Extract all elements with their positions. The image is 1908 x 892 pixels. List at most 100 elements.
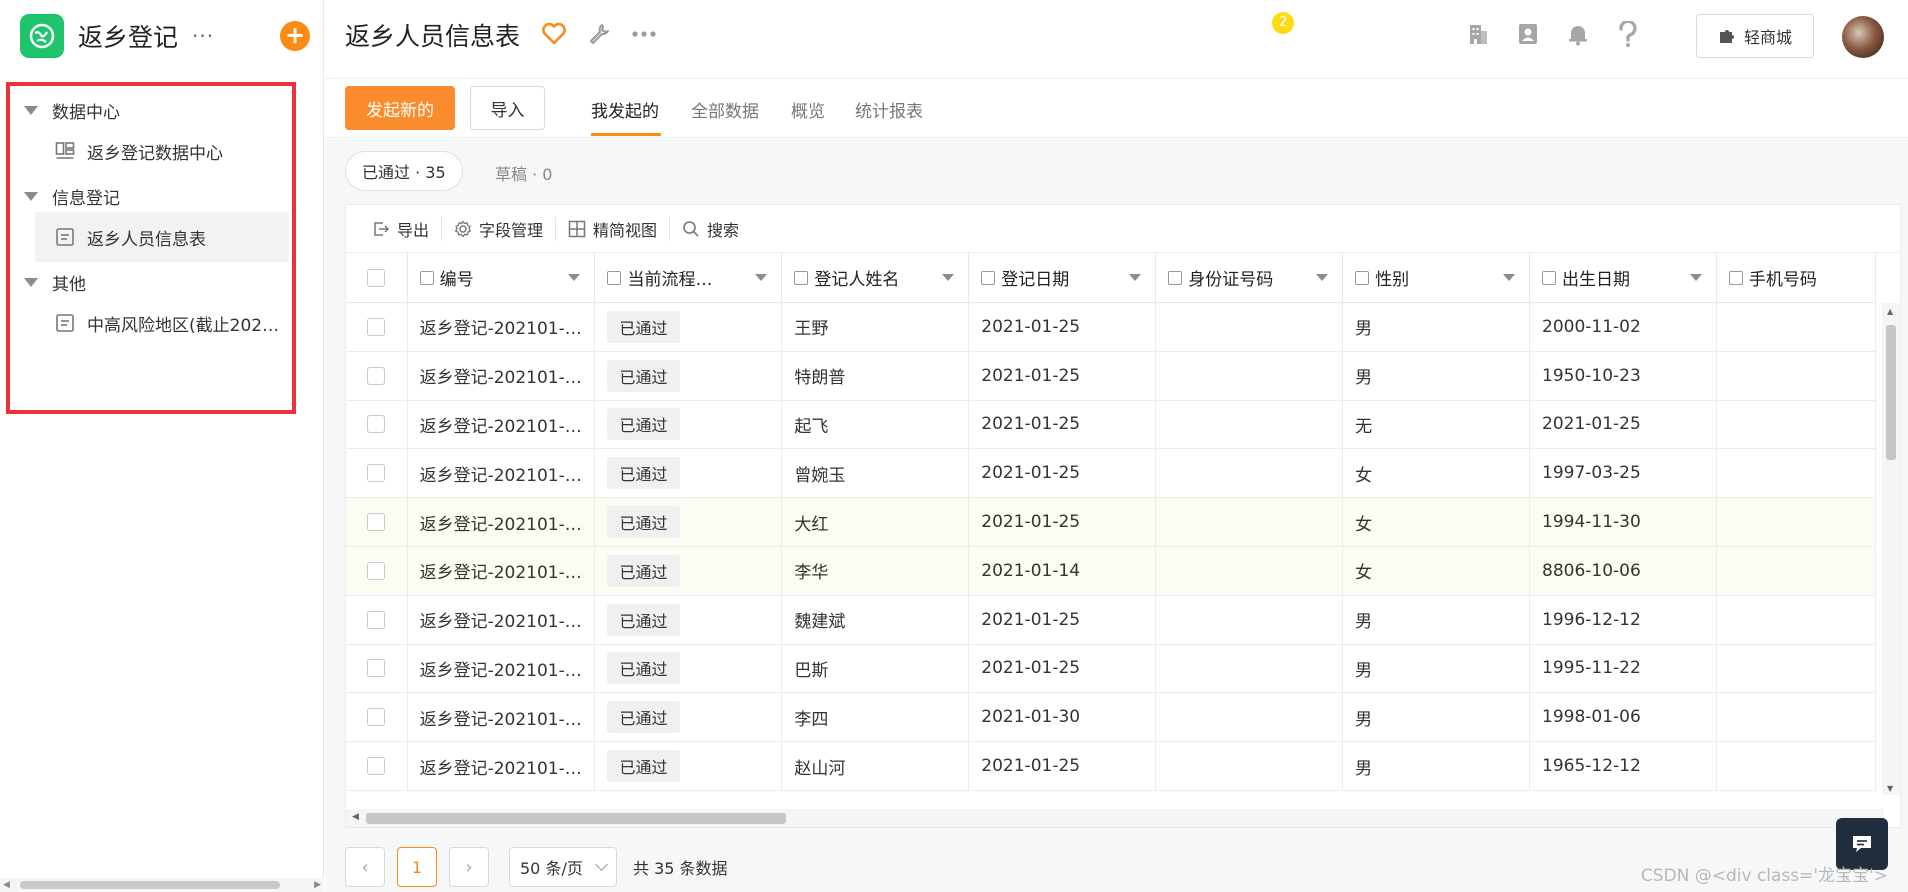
add-icon[interactable]: +	[280, 21, 310, 51]
caret-down-icon[interactable]	[1503, 274, 1516, 281]
more-icon[interactable]	[630, 20, 658, 48]
chevron-down-icon	[595, 858, 608, 871]
scroll-thumb[interactable]	[20, 881, 280, 889]
contacts-icon[interactable]	[1514, 20, 1542, 48]
sidebar-scrollbar[interactable]: ◀ ▶	[0, 878, 324, 892]
app-more-icon[interactable]: ···	[192, 24, 214, 48]
scroll-right-icon[interactable]: ▶	[314, 880, 321, 890]
cell-id: 返乡登记-202101-…	[408, 449, 596, 498]
col-idcard[interactable]: 身份证号码	[1156, 253, 1344, 302]
cell-phone	[1717, 303, 1877, 351]
mall-button[interactable]: 轻商城	[1696, 14, 1814, 58]
caret-down-icon[interactable]	[1316, 274, 1329, 281]
group-data-center[interactable]: 数据中心	[24, 98, 120, 123]
table-row[interactable]: 返乡登记-202101-… 已通过 大红 2021-01-25 女 1994-11-30	[346, 498, 1877, 547]
wrench-icon[interactable]	[585, 20, 613, 48]
row-checkbox[interactable]	[367, 610, 386, 629]
caret-down-icon[interactable]	[1689, 274, 1702, 281]
col-status[interactable]: 当前流程…	[595, 253, 783, 302]
col-name[interactable]: 登记人姓名	[782, 253, 970, 302]
col-phone[interactable]: 手机号码	[1717, 253, 1877, 302]
avatar[interactable]	[1842, 16, 1884, 58]
table-row[interactable]: 返乡登记-202101-… 已通过 王野 2021-01-25 男 2000-11-02	[346, 303, 1877, 352]
sidebar-item-label: 中高风险地区(截止202…	[87, 315, 280, 336]
field-manage-button[interactable]: 字段管理	[442, 216, 557, 241]
sidebar-item-risk-areas[interactable]: 中高风险地区(截止202…	[35, 298, 289, 348]
table-row[interactable]: 返乡登记-202101-… 已通过 起飞 2021-01-25 无 2021-01-25	[346, 400, 1877, 450]
cell-date: 2021-01-25	[969, 449, 1157, 498]
form-icon	[56, 228, 74, 246]
row-select-cell	[346, 303, 408, 351]
pagination: ‹ 1 › 50 条/页 共 35 条数据	[345, 845, 728, 889]
row-checkbox[interactable]	[367, 659, 386, 678]
cell-birth: 1995-11-22	[1530, 644, 1717, 693]
table-row[interactable]: 返乡登记-202101-… 已通过 李四 2021-01-30 男 1998-01-06	[346, 693, 1877, 743]
row-checkbox[interactable]	[367, 464, 386, 483]
sidebar-item-info-table[interactable]: 返乡人员信息表	[35, 212, 289, 262]
search-button[interactable]: 搜索	[670, 217, 751, 241]
building-icon[interactable]	[1464, 20, 1492, 48]
scroll-left-icon[interactable]: ◀	[352, 812, 359, 822]
export-button[interactable]: 导出	[360, 216, 443, 241]
col-id[interactable]: 编号	[408, 253, 596, 302]
row-checkbox[interactable]	[367, 366, 386, 385]
caret-down-icon[interactable]	[755, 274, 768, 281]
table-row[interactable]: 返乡登记-202101-… 已通过 李华 2021-01-14 女 8806-10-06	[346, 546, 1877, 596]
scroll-left-icon[interactable]: ◀	[3, 880, 10, 890]
table-row[interactable]: 返乡登记-202101-… 已通过 特朗普 2021-01-25 男 1950-10-23	[346, 351, 1877, 401]
prev-page-button[interactable]: ‹	[345, 847, 385, 887]
row-checkbox[interactable]	[367, 561, 386, 580]
col-birth[interactable]: 出生日期	[1530, 253, 1717, 302]
heart-icon[interactable]	[540, 20, 568, 48]
cell-date: 2021-01-25	[969, 303, 1157, 351]
filter-approved[interactable]: 已通过 · 35	[345, 151, 463, 191]
scroll-up-icon[interactable]: ▲	[1887, 307, 1893, 316]
row-checkbox[interactable]	[367, 708, 386, 727]
row-checkbox[interactable]	[367, 513, 386, 532]
caret-down-icon[interactable]	[1129, 274, 1142, 281]
table-row[interactable]: 返乡登记-202101-… 已通过 赵山河 2021-01-25 男 1965-12-12	[346, 742, 1877, 791]
new-submission-button[interactable]: 发起新的	[345, 86, 455, 130]
filter-draft[interactable]: 草稿 · 0	[495, 161, 552, 185]
scroll-down-icon[interactable]: ▼	[1887, 784, 1893, 793]
group-other[interactable]: 其他	[24, 270, 86, 295]
col-date[interactable]: 登记日期	[969, 253, 1157, 302]
page-button-current[interactable]: 1	[397, 847, 437, 887]
help-icon[interactable]	[1614, 20, 1642, 48]
bell-icon[interactable]	[1564, 20, 1592, 48]
tab-my-submissions[interactable]: 我发起的	[591, 97, 659, 122]
select-all-checkbox[interactable]	[367, 268, 386, 287]
cell-id: 返乡登记-202101-…	[408, 303, 596, 351]
form-icon	[56, 314, 74, 332]
col-label: 手机号码	[1748, 270, 1817, 290]
scroll-thumb[interactable]	[1886, 325, 1896, 460]
sidebar-item-data-center[interactable]: 返乡登记数据中心	[35, 126, 289, 176]
tab-reports[interactable]: 统计报表	[855, 97, 923, 122]
scroll-thumb[interactable]	[366, 813, 786, 824]
table-row[interactable]: 返乡登记-202101-… 已通过 巴斯 2021-01-25 男 1995-11-22	[346, 644, 1877, 694]
row-checkbox[interactable]	[367, 415, 386, 434]
cell-phone	[1717, 400, 1877, 449]
next-page-button[interactable]: ›	[449, 847, 489, 887]
col-gender[interactable]: 性别	[1343, 253, 1531, 302]
page-size-select[interactable]: 50 条/页	[509, 847, 617, 887]
cell-id: 返乡登记-202101-…	[408, 644, 596, 693]
table-row[interactable]: 返乡登记-202101-… 已通过 魏建斌 2021-01-25 男 1996-12-12	[346, 595, 1877, 645]
cell-idcard	[1156, 693, 1344, 742]
row-checkbox[interactable]	[367, 757, 386, 776]
cell-name: 李四	[782, 693, 970, 742]
horizontal-scrollbar[interactable]: ◀	[346, 809, 1884, 827]
cell-id: 返乡登记-202101-…	[408, 595, 596, 644]
vertical-scrollbar[interactable]: ▲ ▼	[1882, 303, 1900, 795]
search-icon	[683, 220, 699, 237]
table-row[interactable]: 返乡登记-202101-… 已通过 曾婉玉 2021-01-25 女 1997-03-25	[346, 449, 1877, 499]
row-checkbox[interactable]	[367, 317, 386, 336]
import-button[interactable]: 导入	[470, 86, 545, 130]
caret-down-icon[interactable]	[568, 274, 581, 281]
group-info-register[interactable]: 信息登记	[24, 184, 120, 209]
caret-down-icon[interactable]	[942, 274, 955, 281]
tab-all-data[interactable]: 全部数据	[691, 97, 759, 122]
cell-date: 2021-01-25	[969, 400, 1157, 449]
simple-view-button[interactable]: 精简视图	[556, 216, 671, 241]
tab-overview[interactable]: 概览	[791, 97, 825, 122]
